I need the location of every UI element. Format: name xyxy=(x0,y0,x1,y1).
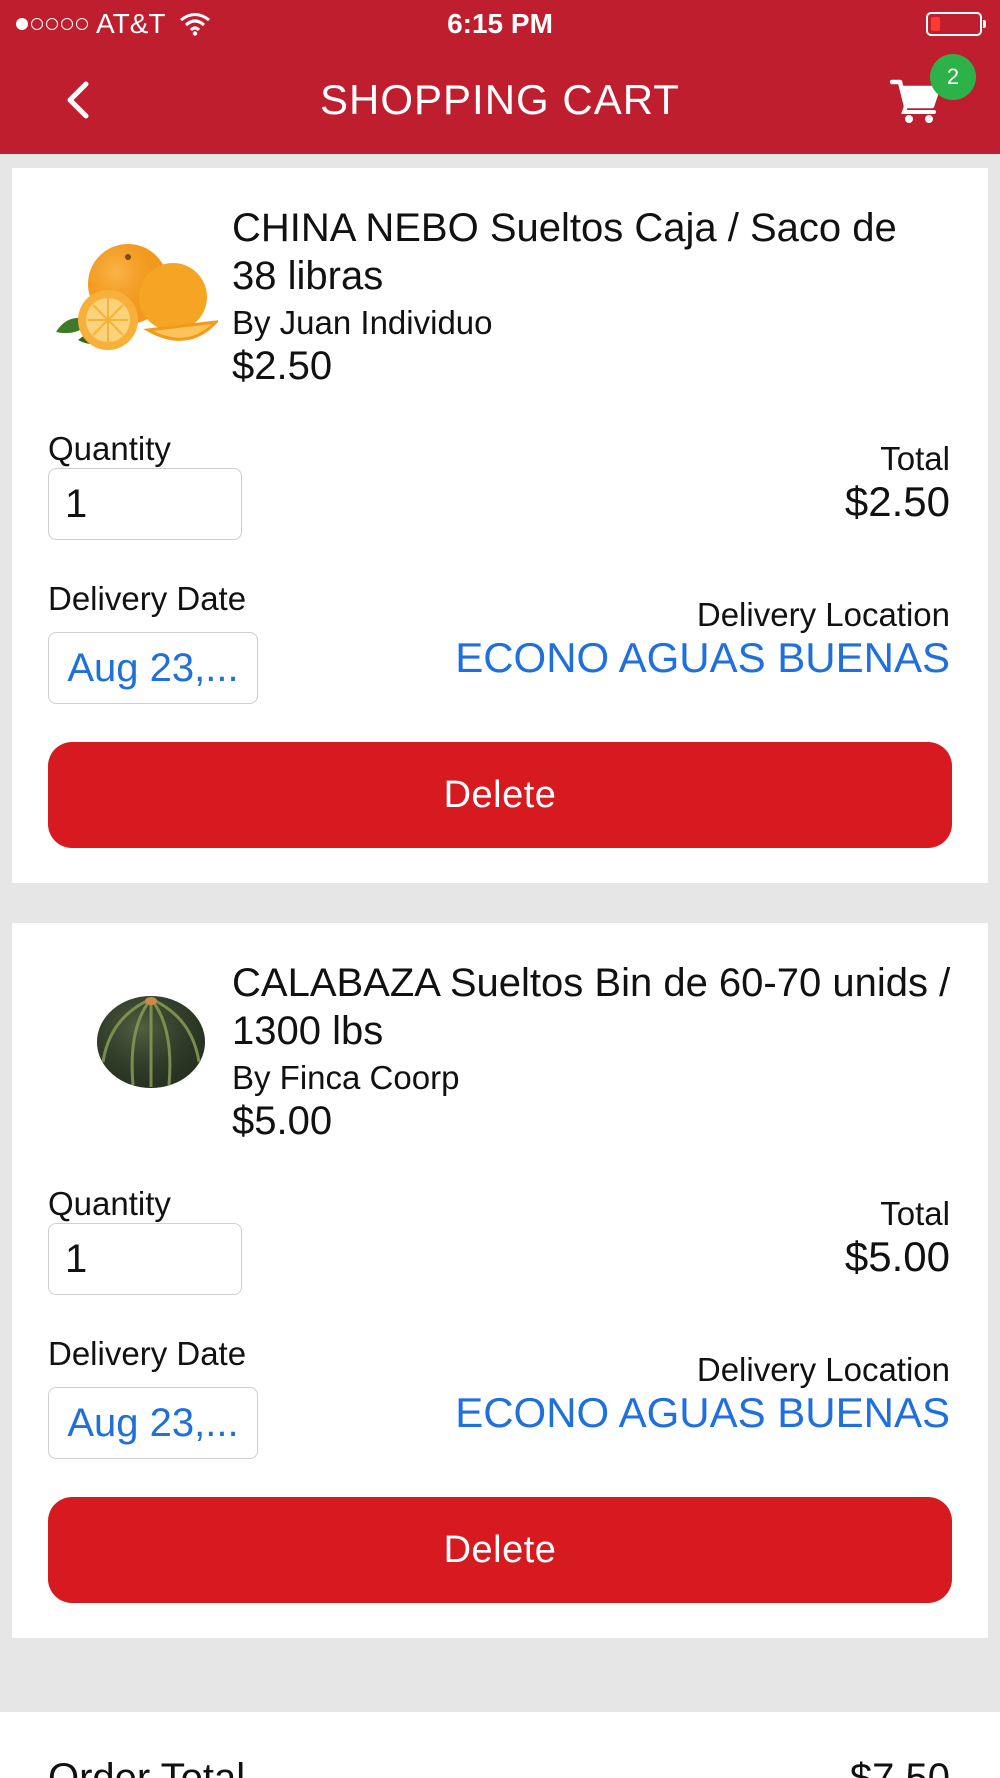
delete-button[interactable]: Delete xyxy=(48,742,952,848)
cart-item: CHINA NEBO Sueltos Caja / Saco de 38 lib… xyxy=(12,168,988,883)
delivery-location-label: Delivery Location xyxy=(696,596,950,633)
quantity-input[interactable] xyxy=(48,1223,242,1295)
cart-item: CALABAZA Sueltos Bin de 60-70 unids / 13… xyxy=(12,923,988,1638)
order-total-label: Order Total xyxy=(48,1756,246,1778)
status-time: 6:15 PM xyxy=(447,8,553,39)
product-price: $5.00 xyxy=(232,1099,333,1143)
battery-icon xyxy=(926,12,986,36)
total-label: Total xyxy=(880,440,950,477)
delivery-date-label: Delivery Date xyxy=(48,580,247,617)
quantity-label: Quantity xyxy=(48,1185,171,1222)
product-name[interactable]: CALABAZA Sueltos Bin de 60-70 unids / 13… xyxy=(232,959,952,1055)
total-label: Total xyxy=(880,1195,950,1232)
total-value: $2.50 xyxy=(844,478,950,525)
order-total-value: $7.50 xyxy=(849,1756,950,1778)
quantity-input[interactable] xyxy=(48,468,242,540)
delivery-location-label: Delivery Location xyxy=(696,1351,950,1388)
delivery-date-button[interactable]: Aug 23,... xyxy=(48,1387,258,1459)
status-bar: AT&T 6:15 PM xyxy=(0,0,1000,48)
delivery-date-label: Delivery Date xyxy=(48,1335,247,1372)
total-value: $5.00 xyxy=(844,1233,950,1280)
delete-button[interactable]: Delete xyxy=(48,1497,952,1603)
cart-count-badge: 2 xyxy=(930,54,976,100)
app-header: AT&T 6:15 PM SHOPPING CART 2 xyxy=(0,0,1000,154)
quantity-label: Quantity xyxy=(48,430,171,467)
delivery-location-link[interactable]: ECONO AGUAS BUENAS xyxy=(455,634,950,682)
product-price: $2.50 xyxy=(232,344,333,388)
product-seller: By Juan Individuo xyxy=(232,304,493,341)
page-title: SHOPPING CART xyxy=(320,76,680,123)
orange-image xyxy=(56,244,218,350)
pumpkin-image xyxy=(97,996,205,1088)
order-total-bar: Order Total $7.50 xyxy=(0,1712,1000,1778)
delivery-location-link[interactable]: ECONO AGUAS BUENAS xyxy=(455,1389,950,1437)
product-seller: By Finca Coorp xyxy=(232,1059,460,1096)
product-name[interactable]: CHINA NEBO Sueltos Caja / Saco de 38 lib… xyxy=(232,204,952,300)
delivery-date-button[interactable]: Aug 23,... xyxy=(48,632,258,704)
